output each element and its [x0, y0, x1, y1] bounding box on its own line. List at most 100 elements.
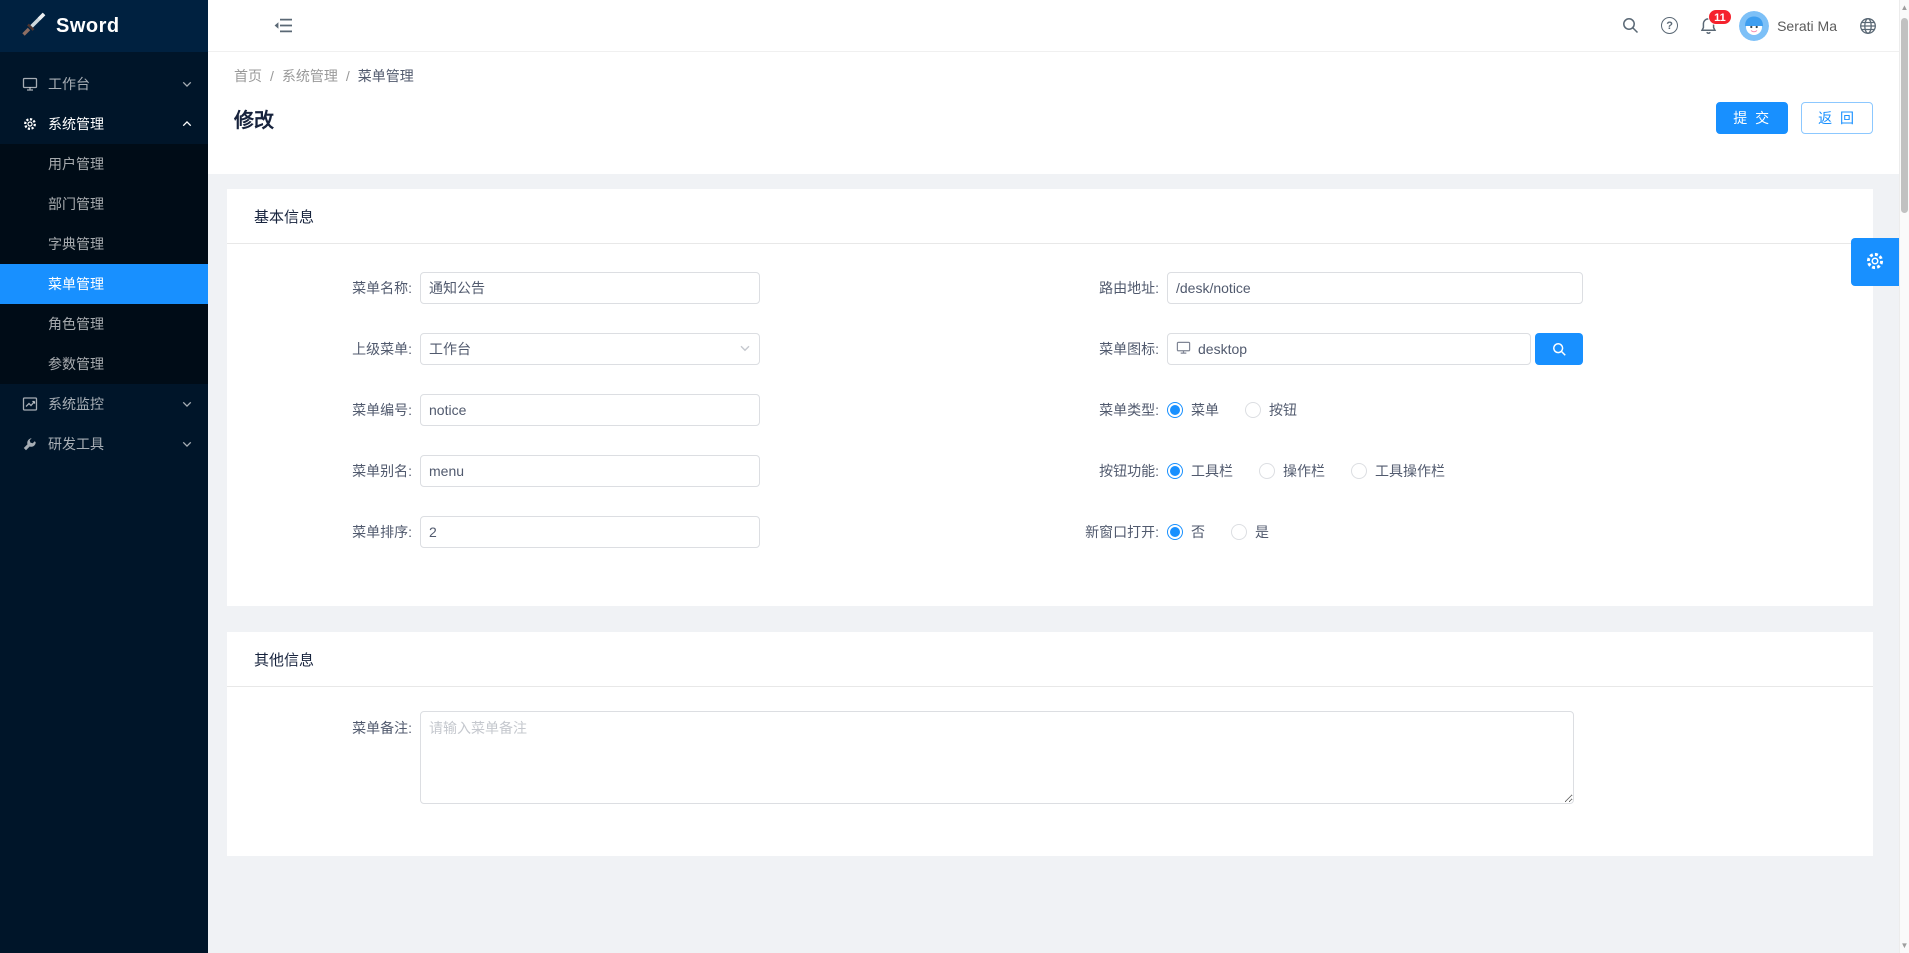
submit-button[interactable]: 提 交	[1716, 102, 1788, 134]
menu-code-input[interactable]	[420, 394, 760, 426]
radio-new-window-yes[interactable]: 是	[1231, 522, 1269, 542]
monitor-icon	[1176, 340, 1191, 358]
menu-remark-label: 菜单备注:	[251, 711, 420, 738]
scrollbar[interactable]: ▲ ▼	[1899, 0, 1909, 953]
search-icon[interactable]	[1622, 17, 1639, 34]
app-logo[interactable]: Sword	[0, 0, 208, 52]
notification-bell-icon[interactable]: 11	[1700, 17, 1717, 35]
breadcrumb-separator: /	[270, 68, 274, 84]
sidebar-item-workbench[interactable]: 工作台	[0, 64, 208, 104]
menu-name-input[interactable]	[420, 272, 760, 304]
sidebar-item-label: 工作台	[48, 74, 182, 94]
menu-remark-textarea[interactable]	[420, 711, 1574, 804]
form-row: 菜单编号: 菜单类型: 菜单	[251, 394, 1849, 426]
menu-sort-input[interactable]	[420, 516, 760, 548]
radio-func-toolbar[interactable]: 工具栏	[1167, 461, 1233, 481]
sidebar-item-label: 研发工具	[48, 434, 182, 454]
header-buttons: 提 交 返 回	[1716, 102, 1873, 134]
radio-func-tool-actionbar[interactable]: 工具操作栏	[1351, 461, 1445, 481]
radio-new-window-no[interactable]: 否	[1167, 522, 1205, 542]
breadcrumb-menu-mgmt: 菜单管理	[358, 66, 414, 86]
help-icon[interactable]	[1661, 17, 1678, 34]
parent-menu-label: 上级菜单:	[251, 339, 420, 359]
menu-icon-input[interactable]: desktop	[1167, 333, 1531, 365]
sidebar-item-dict-mgmt[interactable]: 字典管理	[0, 224, 208, 264]
menu-icon-field: 菜单图标: desktop	[997, 333, 1849, 365]
settings-drawer-button[interactable]	[1851, 238, 1899, 286]
menu-alias-input[interactable]	[420, 455, 760, 487]
radio-unselected-icon	[1245, 402, 1261, 418]
page-content: 基本信息 菜单名称: 路由地址: 上级	[208, 174, 1899, 953]
sidebar-item-param-mgmt[interactable]: 参数管理	[0, 344, 208, 384]
sidebar-item-system-monitor[interactable]: 系统监控	[0, 384, 208, 424]
button-func-label: 按钮功能:	[997, 461, 1167, 481]
page-header: 首页 / 系统管理 / 菜单管理 修改 提 交 返 回	[208, 52, 1899, 174]
form-row: 菜单名称: 路由地址:	[251, 272, 1849, 304]
parent-menu-select[interactable]: 工作台	[420, 333, 760, 365]
chevron-down-icon	[182, 79, 192, 89]
radio-label: 工具栏	[1191, 461, 1233, 481]
user-menu[interactable]: Serati Ma	[1739, 11, 1837, 41]
radio-menu-type-button[interactable]: 按钮	[1245, 400, 1297, 420]
app-window: Sword 工作台	[0, 0, 1909, 953]
page-title: 修改	[234, 104, 274, 133]
radio-unselected-icon	[1351, 463, 1367, 479]
wrench-icon	[22, 436, 39, 453]
app-title: Sword	[56, 15, 120, 38]
chevron-up-icon	[182, 119, 192, 129]
menu-icon-label: 菜单图标:	[997, 339, 1167, 359]
user-name: Serati Ma	[1777, 18, 1837, 34]
breadcrumb-system-mgmt[interactable]: 系统管理	[282, 66, 338, 86]
menu-code-field: 菜单编号:	[251, 394, 997, 426]
menu-remark-field: 菜单备注:	[251, 711, 1849, 804]
radio-func-actionbar[interactable]: 操作栏	[1259, 461, 1325, 481]
line-chart-icon	[22, 396, 39, 413]
radio-menu-type-menu[interactable]: 菜单	[1167, 400, 1219, 420]
route-path-input[interactable]	[1167, 272, 1583, 304]
route-path-label: 路由地址:	[997, 278, 1167, 298]
scrollbar-up-arrow[interactable]: ▲	[1900, 3, 1909, 12]
radio-label: 是	[1255, 522, 1269, 542]
parent-menu-value: 工作台	[429, 339, 739, 359]
menu-type-field: 菜单类型: 菜单 按钮	[997, 394, 1849, 426]
basic-info-title: 基本信息	[227, 189, 1873, 244]
main-area: 11 Serati Ma	[208, 0, 1899, 953]
sidebar-item-dept-mgmt[interactable]: 部门管理	[0, 184, 208, 224]
sidebar-item-label: 系统管理	[48, 114, 182, 134]
menu-fold-icon[interactable]	[274, 18, 293, 33]
parent-menu-field: 上级菜单: 工作台	[251, 333, 997, 365]
new-window-field: 新窗口打开: 否 是	[997, 516, 1849, 548]
breadcrumb-home[interactable]: 首页	[234, 66, 262, 86]
gear-icon	[22, 116, 39, 133]
radio-label: 按钮	[1269, 400, 1297, 420]
button-func-field: 按钮功能: 工具栏 操作栏	[997, 455, 1849, 487]
scrollbar-thumb[interactable]	[1901, 18, 1908, 213]
globe-icon[interactable]	[1859, 17, 1877, 35]
form-row: 菜单排序: 新窗口打开: 否	[251, 516, 1849, 548]
form-row: 上级菜单: 工作台 菜单图标:	[251, 333, 1849, 365]
menu-sort-label: 菜单排序:	[251, 522, 420, 542]
radio-label: 菜单	[1191, 400, 1219, 420]
radio-selected-icon	[1167, 524, 1183, 540]
system-mgmt-submenu: 用户管理 部门管理 字典管理 菜单管理 角色管理 参数管理	[0, 144, 208, 384]
menu-icon-value: desktop	[1198, 341, 1247, 357]
sidebar-item-menu-mgmt[interactable]: 菜单管理	[0, 264, 208, 304]
sidebar-item-system-mgmt[interactable]: 系统管理	[0, 104, 208, 144]
title-row: 修改 提 交 返 回	[234, 102, 1873, 134]
sidebar-item-dev-tools[interactable]: 研发工具	[0, 424, 208, 464]
menu-type-radio-group: 菜单 按钮	[1167, 400, 1297, 420]
menu-icon-input-group: desktop	[1167, 333, 1583, 365]
notification-badge: 11	[1708, 9, 1732, 25]
menu-alias-field: 菜单别名:	[251, 455, 997, 487]
other-info-card: 其他信息 菜单备注:	[227, 632, 1873, 856]
sidebar-item-role-mgmt[interactable]: 角色管理	[0, 304, 208, 344]
back-button[interactable]: 返 回	[1801, 102, 1873, 134]
scrollbar-down-arrow[interactable]: ▼	[1900, 941, 1909, 950]
sidebar-item-user-mgmt[interactable]: 用户管理	[0, 144, 208, 184]
new-window-radio-group: 否 是	[1167, 522, 1269, 542]
menu-code-label: 菜单编号:	[251, 400, 420, 420]
form-row: 菜单别名: 按钮功能: 工具栏	[251, 455, 1849, 487]
avatar	[1739, 11, 1769, 41]
menu-type-label: 菜单类型:	[997, 400, 1167, 420]
icon-search-button[interactable]	[1535, 333, 1583, 365]
